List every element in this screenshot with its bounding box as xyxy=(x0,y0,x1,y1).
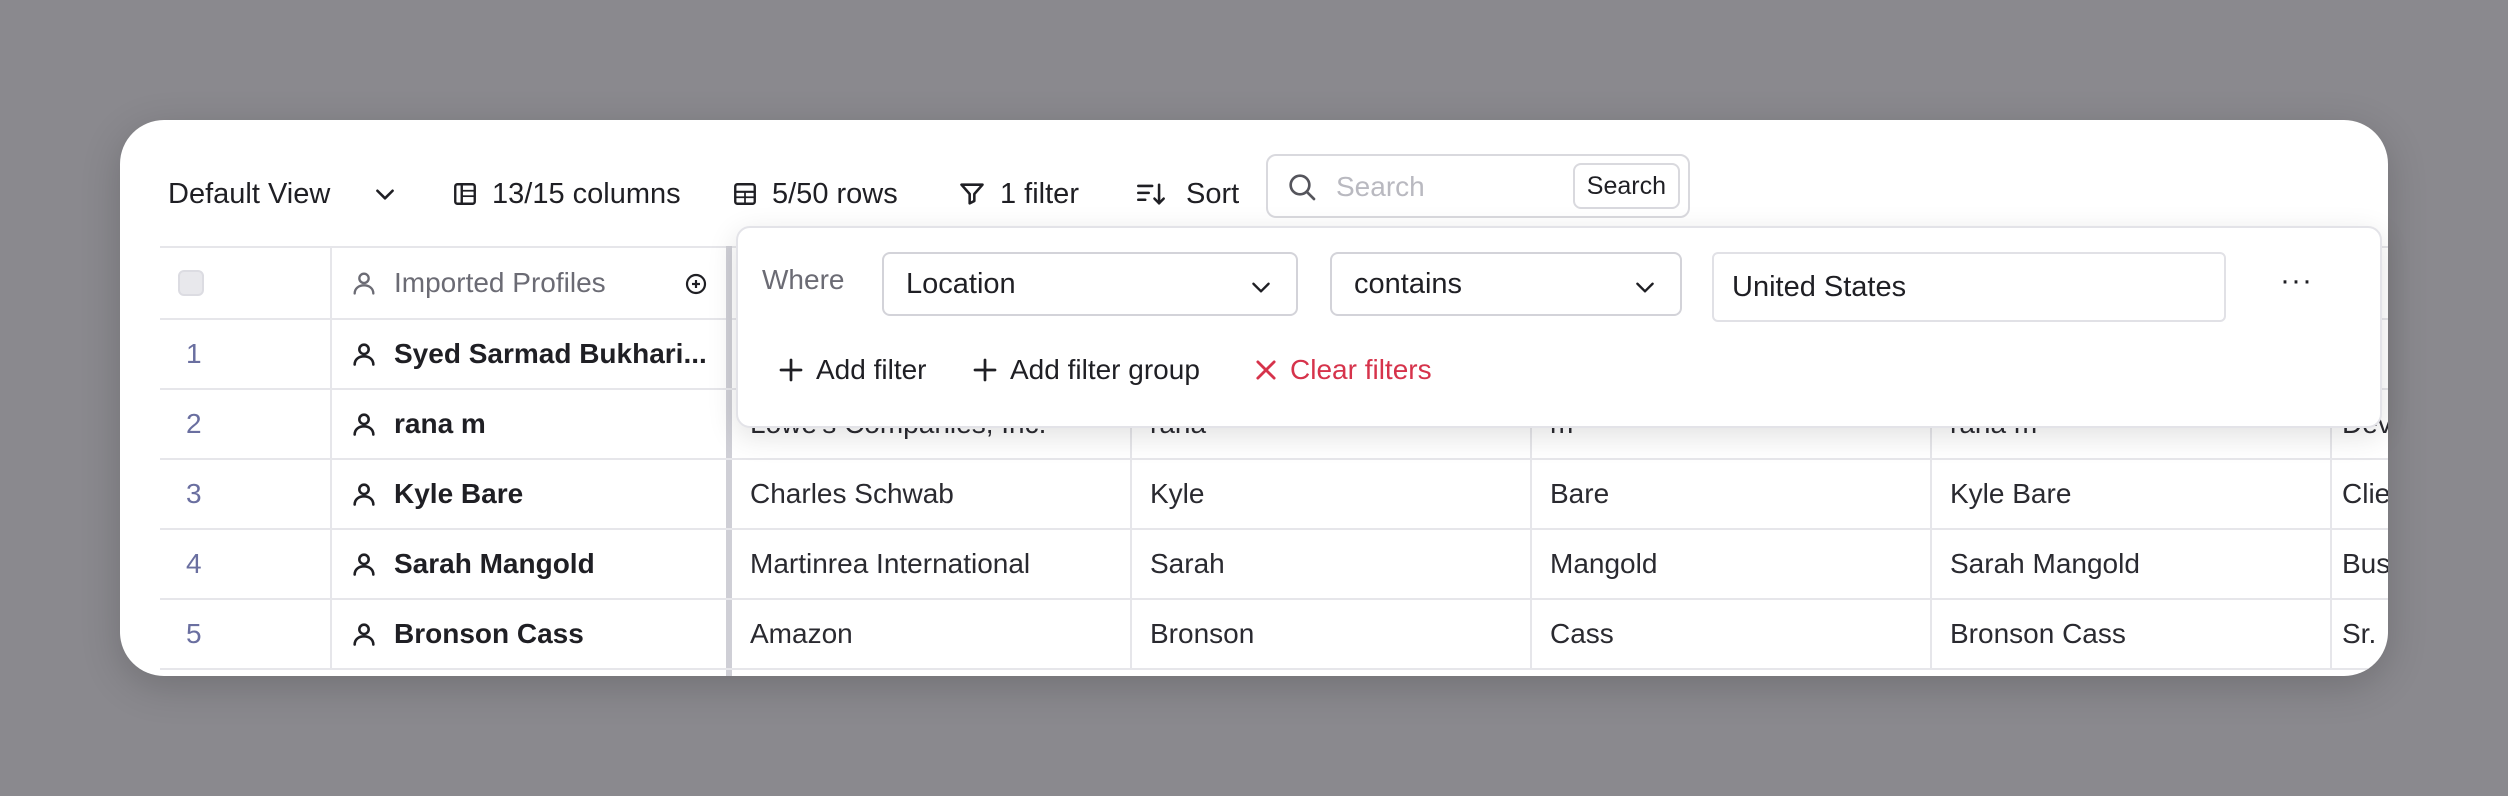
first-name-cell[interactable]: Bronson xyxy=(1132,600,1532,668)
add-filter-group-button[interactable]: Add filter group xyxy=(970,348,1200,392)
view-label: Default View xyxy=(168,177,331,210)
person-icon xyxy=(350,410,378,438)
select-all-checkbox[interactable] xyxy=(178,270,204,296)
search-button[interactable]: Search xyxy=(1572,163,1680,209)
rows-button[interactable]: 5/50 rows xyxy=(732,168,898,220)
profile-name: Kyle Bare xyxy=(394,478,524,509)
company-cell[interactable]: Amazon xyxy=(732,600,1132,668)
more-options-button[interactable]: ··· xyxy=(2280,264,2313,298)
table-row[interactable]: 4 Sarah Mangold Martinrea International … xyxy=(160,530,2388,600)
last-name-cell[interactable]: Cass xyxy=(1532,600,1932,668)
sort-icon xyxy=(1136,180,1166,208)
row-number: 4 xyxy=(160,530,332,598)
clear-filters-button[interactable]: Clear filters xyxy=(1252,348,1432,392)
search-icon xyxy=(1286,171,1318,208)
view-selector[interactable]: Default View xyxy=(168,168,398,220)
columns-button[interactable]: 13/15 columns xyxy=(452,168,681,220)
filter-value-input[interactable]: United States xyxy=(1712,252,2226,322)
filter-icon xyxy=(958,180,986,208)
profile-name-cell[interactable]: Syed Sarmad Bukhari... xyxy=(332,320,728,388)
filter-operator-value: contains xyxy=(1354,267,1463,300)
filter-popup: Where Location contains United States ··… xyxy=(736,226,2382,428)
columns-icon xyxy=(452,181,478,207)
person-icon xyxy=(350,480,378,508)
extra-cell[interactable]: Sr. xyxy=(2332,600,2388,668)
person-icon xyxy=(350,620,378,648)
rows-icon xyxy=(732,181,758,207)
search-input[interactable] xyxy=(1334,166,1548,208)
add-filter-label: Add filter xyxy=(816,354,927,385)
full-name-cell[interactable]: Kyle Bare xyxy=(1932,460,2332,528)
chevron-down-icon xyxy=(372,181,398,207)
row-number: 1 xyxy=(160,320,332,388)
full-name-cell[interactable]: Sarah Mangold xyxy=(1932,530,2332,598)
profile-name: Syed Sarmad Bukhari... xyxy=(394,338,707,369)
table-row[interactable]: 3 Kyle Bare Charles Schwab Kyle Bare Kyl… xyxy=(160,460,2388,530)
chevron-down-icon xyxy=(1632,274,1658,308)
last-name-cell[interactable]: Bare xyxy=(1532,460,1932,528)
profile-name-cell[interactable]: Kyle Bare xyxy=(332,460,728,528)
filter-value-text: United States xyxy=(1732,270,1907,303)
first-name-cell[interactable]: Kyle xyxy=(1132,460,1532,528)
add-filter-button[interactable]: Add filter xyxy=(776,348,927,392)
filter-field-value: Location xyxy=(906,267,1016,300)
extra-cell[interactable]: Bus xyxy=(2332,530,2388,598)
columns-label: 13/15 columns xyxy=(492,177,681,210)
plus-icon xyxy=(776,355,806,385)
header-label: Imported Profiles xyxy=(394,267,606,298)
profile-name: rana m xyxy=(394,408,486,439)
rows-label: 5/50 rows xyxy=(772,177,898,210)
sort-label: Sort xyxy=(1186,177,1240,210)
person-icon xyxy=(350,340,378,368)
profile-name-cell[interactable]: Sarah Mangold xyxy=(332,530,728,598)
select-all-cell xyxy=(160,248,332,318)
extra-cell[interactable]: Clie xyxy=(2332,460,2388,528)
plus-circle-icon[interactable] xyxy=(684,272,708,296)
company-cell[interactable]: Charles Schwab xyxy=(732,460,1132,528)
first-name-cell[interactable]: Sarah xyxy=(1132,530,1532,598)
profile-name: Bronson Cass xyxy=(394,618,584,649)
clear-filters-label: Clear filters xyxy=(1290,354,1432,385)
search-box: Search xyxy=(1266,154,1690,218)
full-name-cell[interactable]: Bronson Cass xyxy=(1932,600,2332,668)
row-number: 5 xyxy=(160,600,332,668)
filter-button[interactable]: 1 filter xyxy=(958,168,1079,220)
add-filter-group-label: Add filter group xyxy=(1010,354,1200,385)
company-cell[interactable]: Martinrea International xyxy=(732,530,1132,598)
table-row[interactable]: 5 Bronson Cass Amazon Bronson Cass Brons… xyxy=(160,600,2388,670)
header-imported-profiles[interactable]: Imported Profiles xyxy=(332,248,728,318)
last-name-cell[interactable]: Mangold xyxy=(1532,530,1932,598)
profile-name-cell[interactable]: rana m xyxy=(332,390,728,458)
filter-label: 1 filter xyxy=(1000,177,1079,210)
sort-button[interactable]: Sort xyxy=(1136,168,1239,220)
person-icon xyxy=(350,550,378,578)
person-icon xyxy=(350,269,378,297)
profile-name: Sarah Mangold xyxy=(394,548,595,579)
row-number: 3 xyxy=(160,460,332,528)
row-number: 2 xyxy=(160,390,332,458)
filter-field-select[interactable]: Location xyxy=(882,252,1298,316)
where-label: Where xyxy=(762,264,845,295)
close-icon xyxy=(1252,356,1280,384)
profile-name-cell[interactable]: Bronson Cass xyxy=(332,600,728,668)
plus-icon xyxy=(970,355,1000,385)
filter-operator-select[interactable]: contains xyxy=(1330,252,1682,316)
chevron-down-icon xyxy=(1248,274,1274,308)
